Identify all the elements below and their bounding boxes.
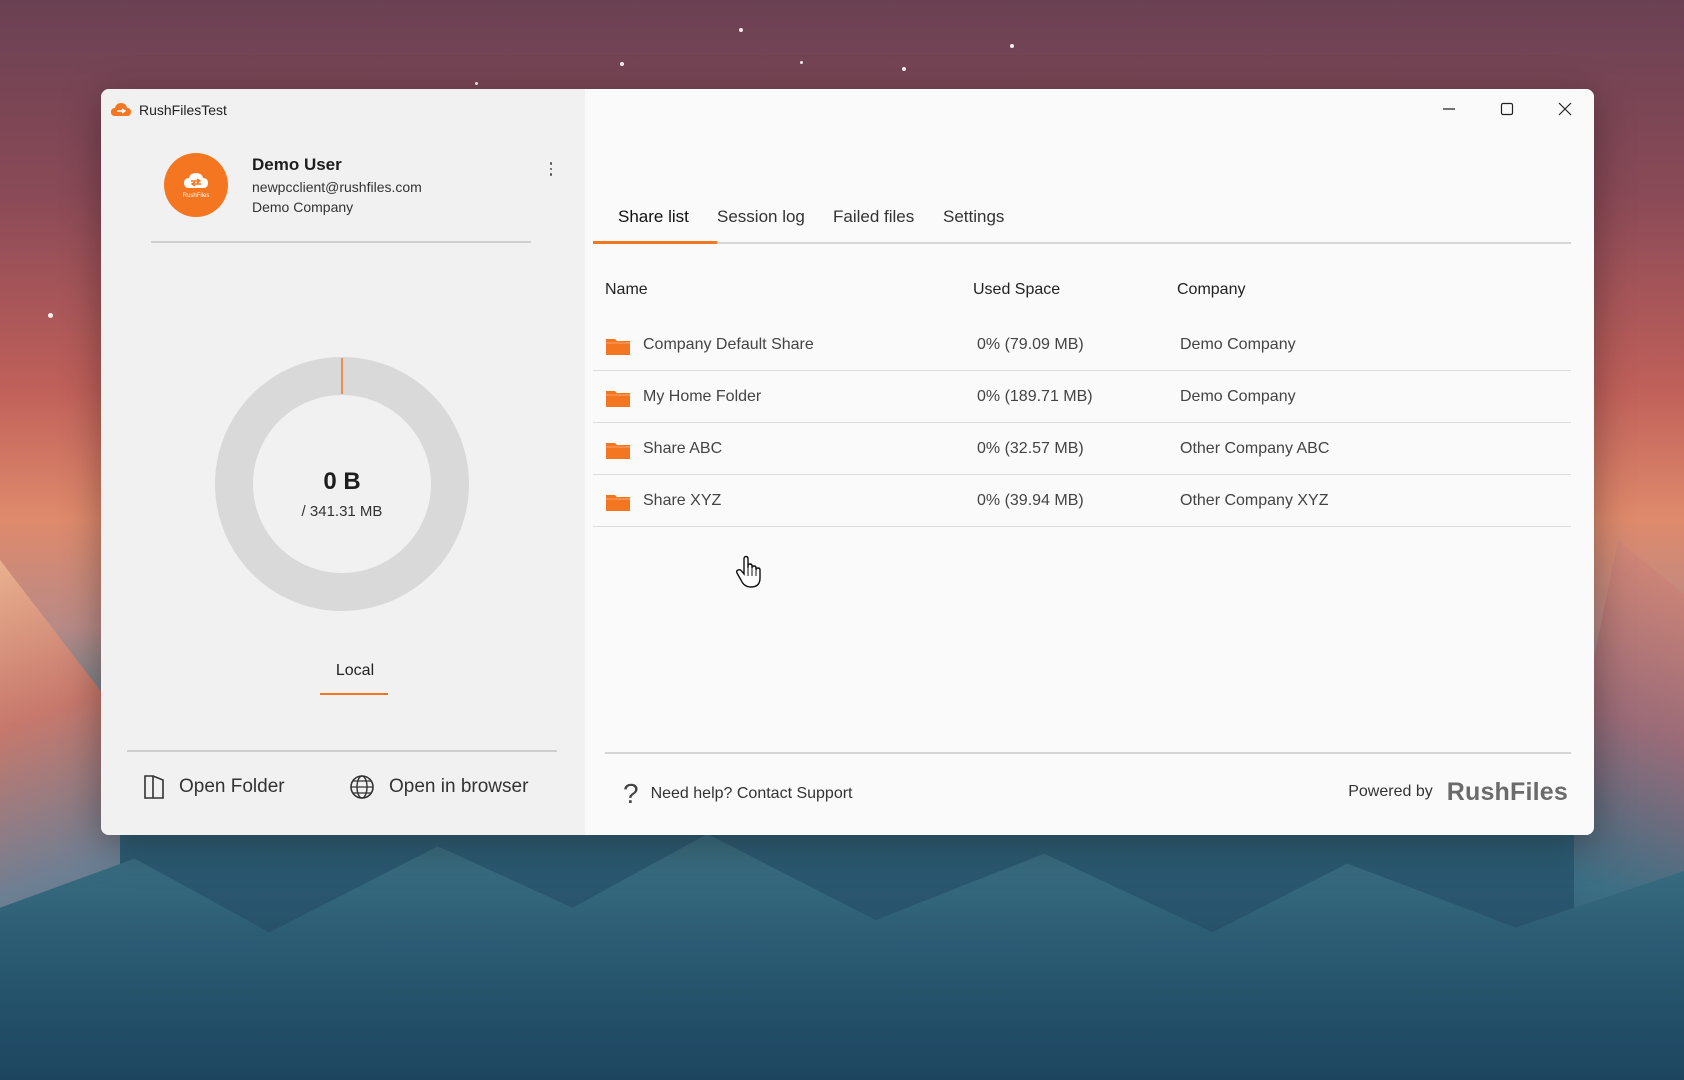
- folder-icon: [606, 495, 630, 511]
- share-name: Share ABC: [643, 440, 723, 457]
- hand-cursor-icon: [735, 555, 761, 588]
- tab-bar: Share list Session log Failed files Sett…: [593, 207, 1571, 247]
- close-button[interactable]: [1536, 89, 1594, 129]
- help-icon: ?: [623, 778, 639, 809]
- avatar-brand-text: RushFiles: [182, 193, 210, 199]
- right-footer-divider: [605, 752, 1571, 754]
- globe-icon: [350, 775, 374, 799]
- left-pane: RushFilesTest RushFiles Demo User newpcc…: [101, 89, 585, 835]
- column-header-used-space[interactable]: Used Space: [973, 281, 1060, 299]
- powered-by-brand: RushFiles: [1446, 777, 1568, 806]
- share-name: My Home Folder: [643, 388, 762, 405]
- column-header-name[interactable]: Name: [605, 281, 648, 299]
- contact-support-link[interactable]: ? Need help? Contact Support: [623, 779, 853, 809]
- column-header-company[interactable]: Company: [1177, 281, 1245, 299]
- powered-by: Powered by RushFiles: [1348, 777, 1568, 807]
- rushfiles-logo-icon: [111, 103, 131, 116]
- app-window: RushFilesTest RushFiles Demo User newpcc…: [101, 89, 1594, 835]
- table-row[interactable]: Company Default Share 0% (79.09 MB) Demo…: [593, 319, 1571, 371]
- user-email: newpcclient@rushfiles.com: [252, 179, 422, 195]
- user-name: Demo User: [252, 155, 342, 174]
- minimize-icon: [1443, 108, 1455, 110]
- close-icon: [1558, 102, 1572, 116]
- contact-support-label: Need help? Contact Support: [650, 785, 853, 802]
- table-row[interactable]: Share XYZ 0% (39.94 MB) Other Company XY…: [593, 475, 1571, 527]
- mountain-range: [0, 834, 1684, 1080]
- powered-by-label: Powered by: [1348, 783, 1433, 800]
- share-company: Other Company ABC: [1180, 440, 1330, 457]
- user-company: Demo Company: [252, 199, 354, 215]
- star: [620, 62, 624, 66]
- folder-icon: [606, 443, 630, 459]
- share-company: Demo Company: [1180, 336, 1296, 353]
- app-title: RushFilesTest: [139, 102, 227, 118]
- share-used-space: 0% (32.57 MB): [977, 440, 1084, 457]
- share-name: Company Default Share: [643, 336, 814, 353]
- share-list: Company Default Share 0% (79.09 MB) Demo…: [593, 319, 1571, 527]
- tab-session-log[interactable]: Session log: [717, 207, 805, 227]
- share-company: Demo Company: [1180, 388, 1296, 405]
- tab-local[interactable]: Local: [320, 662, 390, 680]
- open-folder-icon: [144, 775, 164, 799]
- title-bar: RushFilesTest: [111, 99, 227, 121]
- star: [48, 313, 53, 318]
- folder-icon: [606, 339, 630, 355]
- profile-divider: [151, 241, 531, 243]
- tab-failed-files[interactable]: Failed files: [833, 207, 914, 227]
- more-options-icon[interactable]: [544, 159, 558, 179]
- avatar: RushFiles: [164, 153, 228, 217]
- folder-icon: [606, 391, 630, 407]
- star: [739, 28, 743, 32]
- tab-settings[interactable]: Settings: [943, 207, 1004, 227]
- tab-share-list[interactable]: Share list: [618, 207, 689, 227]
- storage-total: / 341.31 MB: [301, 503, 383, 520]
- cloud-sync-icon: [184, 173, 208, 188]
- star: [475, 82, 478, 85]
- table-row[interactable]: Share ABC 0% (32.57 MB) Other Company AB…: [593, 423, 1571, 475]
- maximize-icon: [1500, 102, 1514, 116]
- share-company: Other Company XYZ: [1180, 492, 1329, 509]
- share-table-header: Name Used Space Company: [605, 281, 1571, 305]
- minimize-button[interactable]: [1420, 89, 1478, 129]
- table-row[interactable]: My Home Folder 0% (189.71 MB) Demo Compa…: [593, 371, 1571, 423]
- share-name: Share XYZ: [643, 492, 722, 509]
- star: [902, 67, 906, 71]
- open-folder-label: Open Folder: [179, 776, 285, 797]
- star: [800, 61, 803, 64]
- star: [1010, 44, 1014, 48]
- left-footer-divider: [127, 750, 557, 752]
- tab-bar-divider: [593, 242, 1571, 244]
- tab-local-underline: [320, 693, 388, 695]
- share-used-space: 0% (189.71 MB): [977, 388, 1093, 405]
- maximize-button[interactable]: [1478, 89, 1536, 129]
- open-in-browser-label: Open in browser: [389, 776, 529, 797]
- window-controls: [1420, 89, 1594, 129]
- open-in-browser-button[interactable]: Open in browser: [349, 772, 528, 802]
- active-tab-underline: [593, 241, 717, 244]
- open-folder-button[interactable]: Open Folder: [143, 772, 285, 802]
- share-used-space: 0% (79.09 MB): [977, 336, 1084, 353]
- share-used-space: 0% (39.94 MB): [977, 492, 1084, 509]
- right-pane: Share list Session log Failed files Sett…: [585, 89, 1594, 835]
- storage-donut: 0 B / 341.31 MB: [214, 356, 470, 612]
- user-profile: RushFiles Demo User newpcclient@rushfile…: [164, 149, 553, 219]
- storage-used: 0 B: [323, 468, 361, 495]
